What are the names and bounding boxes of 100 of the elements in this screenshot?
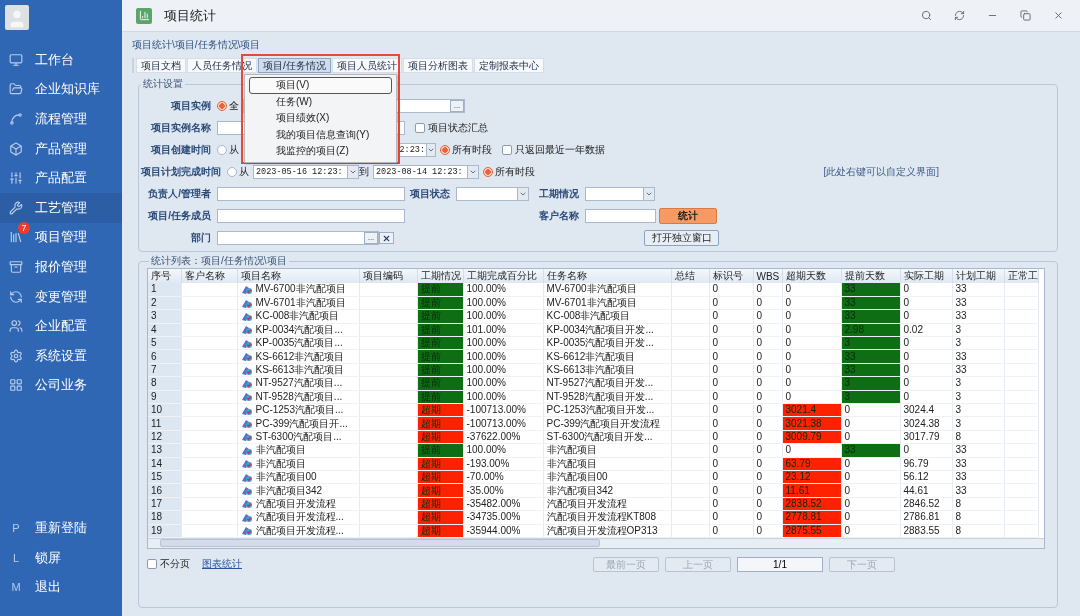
- checkbox[interactable]: [147, 559, 157, 569]
- sidebar-item[interactable]: 产品管理: [0, 133, 122, 164]
- shortcut-key: L: [9, 551, 23, 564]
- table-cell: -100713.00%: [463, 416, 543, 431]
- caret-icon[interactable]: [349, 168, 357, 176]
- dropdown-field[interactable]: [585, 187, 655, 201]
- menu-item[interactable]: 我监控的项目(Z): [249, 143, 392, 160]
- radio-button[interactable]: [227, 167, 237, 177]
- table-cell: 0: [709, 403, 753, 417]
- restore-icon[interactable]: [1020, 10, 1031, 21]
- sidebar-item[interactable]: 公司业务: [0, 370, 122, 401]
- radio-button[interactable]: [217, 145, 227, 155]
- radio-button[interactable]: [483, 167, 493, 177]
- sidebar-item[interactable]: 企业知识库: [0, 74, 122, 105]
- sidebar-item[interactable]: 工艺管理: [0, 192, 122, 223]
- tab[interactable]: 项目分析图表: [402, 58, 473, 73]
- statistics-button[interactable]: 统计: [659, 208, 717, 224]
- column-header[interactable]: 实际工期: [900, 269, 952, 283]
- project-icon: [240, 485, 253, 497]
- column-header[interactable]: 总结: [671, 269, 709, 283]
- column-header[interactable]: 超期天数: [782, 269, 841, 283]
- caret-icon[interactable]: [519, 190, 527, 198]
- column-header[interactable]: 任务名称: [543, 269, 671, 283]
- column-header[interactable]: WBS: [753, 269, 782, 283]
- checkbox-label: 不分页: [160, 557, 190, 571]
- input-field[interactable]: [217, 187, 405, 201]
- column-header[interactable]: 序号: [148, 269, 181, 283]
- project-icon: [240, 418, 253, 430]
- checkbox[interactable]: [415, 123, 425, 133]
- menu-item[interactable]: 项目(V): [249, 77, 392, 94]
- menu-item[interactable]: 项目绩效(X): [249, 110, 392, 127]
- status-cell: 提前: [417, 283, 463, 297]
- table-cell: -35944.00%: [463, 524, 543, 538]
- radio-button[interactable]: [440, 145, 450, 155]
- table-cell: 0: [782, 336, 841, 350]
- date-field[interactable]: 2023-05-16 12:23:: [253, 165, 359, 179]
- page-field[interactable]: 1/1: [737, 556, 823, 572]
- table-cell: 0: [709, 296, 753, 310]
- table-cell: 0: [709, 309, 753, 324]
- sidebar-item[interactable]: 流程管理: [0, 104, 122, 134]
- project-name: PC-1253汽配项目...: [255, 404, 344, 416]
- sidebar-item[interactable]: 报价管理: [0, 252, 122, 282]
- table-cell: 0: [753, 336, 782, 350]
- input-field[interactable]: [217, 209, 405, 223]
- sidebar-item[interactable]: L 锁屏: [0, 542, 122, 573]
- close-icon[interactable]: [1053, 10, 1064, 21]
- table-cell: 44.61: [900, 483, 952, 498]
- menu-item[interactable]: 我的项目信息查询(Y): [249, 126, 392, 143]
- table-cell: 非汽配项目342: [543, 483, 671, 498]
- breadcrumb: 项目统计\项目/任务情况\项目: [132, 38, 262, 52]
- table-cell: 0: [753, 309, 782, 324]
- column-header[interactable]: 项目编码: [359, 269, 417, 283]
- project-name: KP-0034汽配项目...: [255, 323, 343, 336]
- sidebar-item[interactable]: M 退出: [0, 572, 122, 602]
- date-field[interactable]: 2:23:: [398, 143, 436, 157]
- table-cell: 0: [709, 376, 753, 391]
- column-header[interactable]: 正常工: [1004, 269, 1038, 283]
- tab[interactable]: 项目人员统计: [331, 58, 402, 73]
- column-header[interactable]: 计划工期: [952, 269, 1004, 283]
- browse-button[interactable]: ...: [364, 232, 378, 244]
- table-cell: PC-1253汽配项目开发...: [543, 403, 671, 417]
- checkbox[interactable]: [502, 145, 512, 155]
- open-window-button[interactable]: 打开独立窗口: [644, 230, 719, 246]
- caret-icon[interactable]: [645, 190, 653, 198]
- sidebar-item[interactable]: P 重新登陆: [0, 513, 122, 543]
- tab[interactable]: 项目文档: [136, 58, 186, 73]
- radio-button[interactable]: [217, 101, 227, 111]
- column-header[interactable]: 客户名称: [181, 269, 237, 283]
- date-field[interactable]: 2023-08-14 12:23:: [373, 165, 479, 179]
- tab[interactable]: 项目/任务情况: [258, 58, 331, 73]
- caret-icon[interactable]: [469, 168, 477, 176]
- table-cell: 0: [782, 309, 841, 324]
- column-header[interactable]: 工期情况: [417, 269, 463, 283]
- browse-button[interactable]: ...: [450, 100, 464, 112]
- sidebar-item[interactable]: 产品配置: [0, 163, 122, 193]
- menu-item[interactable]: 任务(W): [249, 93, 392, 110]
- caret-icon[interactable]: [427, 146, 435, 154]
- search-icon[interactable]: [921, 10, 932, 21]
- sidebar-item[interactable]: 变更管理: [0, 281, 122, 312]
- project-name: 汽配项目开发流程...: [255, 524, 344, 537]
- tab[interactable]: 人员任务情况: [187, 58, 257, 73]
- sidebar-item[interactable]: 工作台: [0, 45, 122, 75]
- close-icon: [382, 233, 391, 243]
- column-header[interactable]: 提前天数: [841, 269, 900, 283]
- input-field[interactable]: ...: [217, 231, 379, 245]
- input-field[interactable]: [585, 209, 656, 223]
- column-header[interactable]: 工期完成百分比: [463, 269, 543, 283]
- dropdown-field[interactable]: [456, 187, 529, 201]
- tab[interactable]: 定制报表中心: [473, 58, 544, 73]
- refresh-icon[interactable]: [954, 10, 965, 21]
- column-header[interactable]: 项目名称: [237, 269, 359, 283]
- sidebar-item[interactable]: 系统设置: [0, 340, 122, 371]
- chart-link[interactable]: 图表统计: [202, 557, 242, 571]
- table-cell: 0: [753, 443, 782, 458]
- sidebar-item[interactable]: 企业配置: [0, 311, 122, 341]
- column-header[interactable]: 标识号: [709, 269, 753, 283]
- sidebar-item[interactable]: 7 项目管理: [0, 222, 122, 253]
- horizontal-scrollbar[interactable]: [148, 537, 1044, 548]
- clear-button[interactable]: [379, 232, 394, 244]
- table-cell: 3: [952, 336, 1004, 350]
